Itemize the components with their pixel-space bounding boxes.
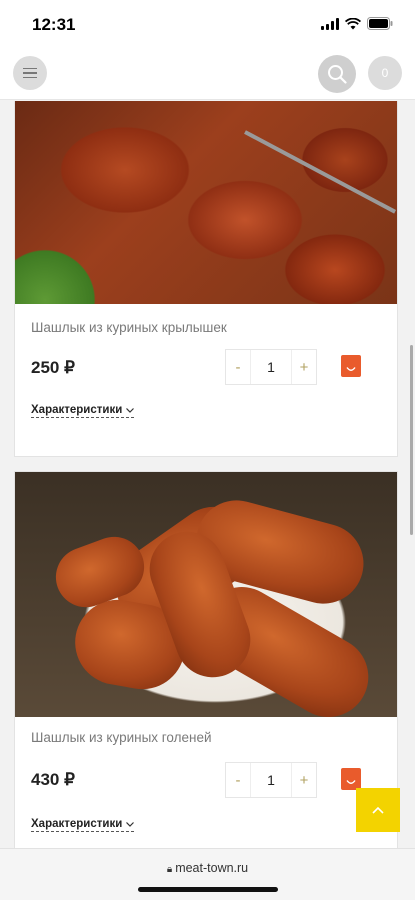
cart-count: 0 bbox=[381, 66, 389, 80]
wifi-icon bbox=[345, 17, 361, 29]
status-bar: 12:31 bbox=[0, 0, 415, 50]
search-icon bbox=[328, 65, 347, 84]
add-to-cart-button[interactable] bbox=[341, 768, 361, 790]
status-time: 12:31 bbox=[32, 15, 76, 34]
quantity-increase-button[interactable]: + bbox=[292, 772, 316, 789]
url-display[interactable]: 🔒︎ meat-town.ru bbox=[0, 861, 415, 875]
quantity-decrease-button[interactable]: - bbox=[226, 359, 250, 376]
product-title[interactable]: Шашлык из куриных крылышек bbox=[31, 320, 227, 335]
product-price: 430 ₽ bbox=[31, 770, 75, 789]
specs-toggle[interactable]: Характеристики bbox=[31, 404, 135, 418]
specs-label: Характеристики bbox=[31, 404, 123, 416]
quantity-value[interactable]: 1 bbox=[250, 350, 292, 384]
product-card: Шашлык из куриных голеней 430 ₽ - 1 + Ха… bbox=[14, 471, 398, 849]
specs-label: Характеристики bbox=[31, 818, 123, 830]
quantity-decrease-button[interactable]: - bbox=[226, 772, 250, 789]
chevron-down-icon bbox=[126, 407, 135, 413]
search-button[interactable] bbox=[318, 55, 356, 93]
chevron-down-icon bbox=[126, 821, 135, 827]
quantity-stepper: - 1 + bbox=[225, 762, 317, 798]
product-image[interactable] bbox=[15, 472, 397, 717]
product-price: 250 ₽ bbox=[31, 358, 75, 377]
scrollbar[interactable] bbox=[410, 345, 413, 535]
scroll-to-top-button[interactable] bbox=[356, 788, 400, 832]
home-indicator[interactable] bbox=[138, 887, 278, 892]
site-header: 0 bbox=[0, 50, 415, 100]
shopping-bag-icon bbox=[346, 367, 356, 371]
quantity-stepper: - 1 + bbox=[225, 349, 317, 385]
battery-icon bbox=[367, 17, 393, 30]
url-text: meat-town.ru bbox=[175, 861, 249, 875]
specs-toggle[interactable]: Характеристики bbox=[31, 818, 135, 832]
product-card: Шашлык из куриных крылышек 250 ₽ - 1 + Х… bbox=[14, 101, 398, 457]
signal-icon bbox=[321, 17, 339, 30]
product-list: Шашлык из куриных крылышек 250 ₽ - 1 + Х… bbox=[0, 101, 415, 849]
product-title[interactable]: Шашлык из куриных голеней bbox=[31, 730, 212, 745]
lock-icon: 🔒︎ bbox=[166, 864, 173, 875]
status-icons bbox=[321, 17, 393, 30]
menu-icon bbox=[23, 67, 37, 70]
chevron-up-icon bbox=[372, 806, 384, 814]
add-to-cart-button[interactable] bbox=[341, 355, 361, 377]
browser-url-bar: 🔒︎ meat-town.ru bbox=[0, 848, 415, 900]
quantity-value[interactable]: 1 bbox=[250, 763, 292, 797]
shopping-bag-icon bbox=[346, 780, 356, 784]
product-image[interactable] bbox=[15, 101, 397, 304]
quantity-increase-button[interactable]: + bbox=[292, 359, 316, 376]
cart-button[interactable]: 0 bbox=[368, 56, 402, 90]
menu-button[interactable] bbox=[13, 56, 47, 90]
